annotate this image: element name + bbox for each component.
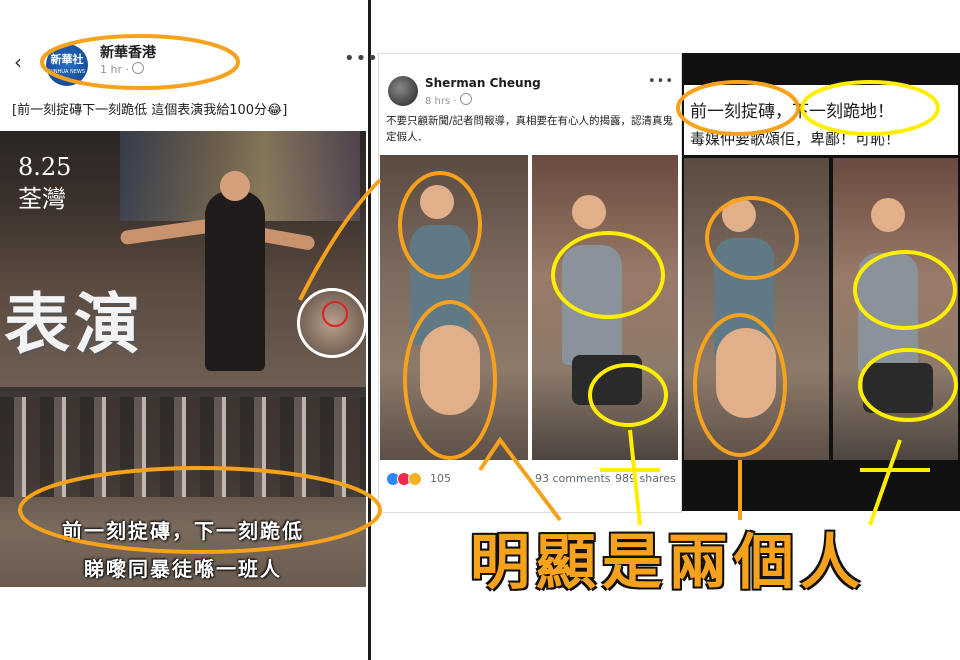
person-head xyxy=(722,198,756,232)
person-head xyxy=(420,185,454,219)
crowd-scene xyxy=(0,397,366,497)
right-subline: 毒媒仲要歌頌佢，卑鄙！可恥！ xyxy=(690,130,901,148)
person-leg xyxy=(716,328,776,418)
author-name[interactable]: Sherman Cheung xyxy=(425,76,541,90)
right-headline: 前一刻掟磚，下一刻跪地！ xyxy=(690,102,894,122)
avatar[interactable]: 新華社 XINHUA NEWS xyxy=(46,44,88,86)
comparison-photo-right[interactable] xyxy=(532,155,678,460)
post-caption: [前一刻掟磚下一刻跪低 這個表演我給100分😂] xyxy=(12,103,288,118)
comparison-photo-left[interactable] xyxy=(380,155,528,460)
person-head xyxy=(220,171,250,201)
image-place: 荃灣 xyxy=(18,185,66,213)
comment-count[interactable]: 93 comments xyxy=(535,472,611,485)
author-avatar[interactable] xyxy=(388,76,418,106)
image-overlay-line2: 睇嚟同暴徒喺一班人 xyxy=(84,557,282,581)
share-count[interactable]: 989 shares xyxy=(615,472,676,485)
image-overlay-line1: 前一刻掟磚，下一刻跪低 xyxy=(62,519,304,543)
person-head xyxy=(572,195,606,229)
person-torso xyxy=(858,253,918,373)
more-options-icon[interactable]: ••• xyxy=(344,48,379,69)
reaction-count[interactable]: 105 xyxy=(430,472,451,485)
image-title: 表演 xyxy=(4,285,144,363)
page-name[interactable]: 新華香港 xyxy=(100,42,156,62)
globe-icon xyxy=(459,93,472,105)
person-shorts xyxy=(863,363,933,413)
annotation-caption: 明顯是兩個人 xyxy=(470,528,866,598)
reaction-icons[interactable] xyxy=(386,471,422,490)
avatar-logo-subtext: XINHUA NEWS xyxy=(48,69,86,75)
author-post-time[interactable]: 8 hrs · xyxy=(425,93,472,107)
person-torso xyxy=(562,245,622,365)
author-time-text: 8 hrs xyxy=(425,96,451,107)
globe-icon xyxy=(132,62,144,74)
image-date: 8.25 xyxy=(18,153,72,181)
author-post-text: 不要只顧新聞/記者問報導，真相要在有心人的揭露，認清真鬼定假人． xyxy=(386,115,674,143)
person-figure xyxy=(205,191,265,371)
person-leg xyxy=(420,325,480,415)
right-photo-right[interactable] xyxy=(833,158,958,460)
image-date-location: 8.25 荃灣 xyxy=(18,151,71,215)
inset-circle-image xyxy=(297,288,367,358)
column-divider xyxy=(368,0,371,660)
post-time-text: 1 hr xyxy=(100,63,122,76)
person-head xyxy=(871,198,905,232)
post-timestamp[interactable]: 1 hr · xyxy=(100,62,144,76)
back-arrow-icon[interactable]: ‹ xyxy=(14,50,22,74)
right-photo-left[interactable] xyxy=(684,158,829,460)
more-options-icon[interactable]: ••• xyxy=(648,74,674,89)
person-shorts xyxy=(572,355,642,405)
avatar-logo-text: 新華社 xyxy=(50,53,84,66)
